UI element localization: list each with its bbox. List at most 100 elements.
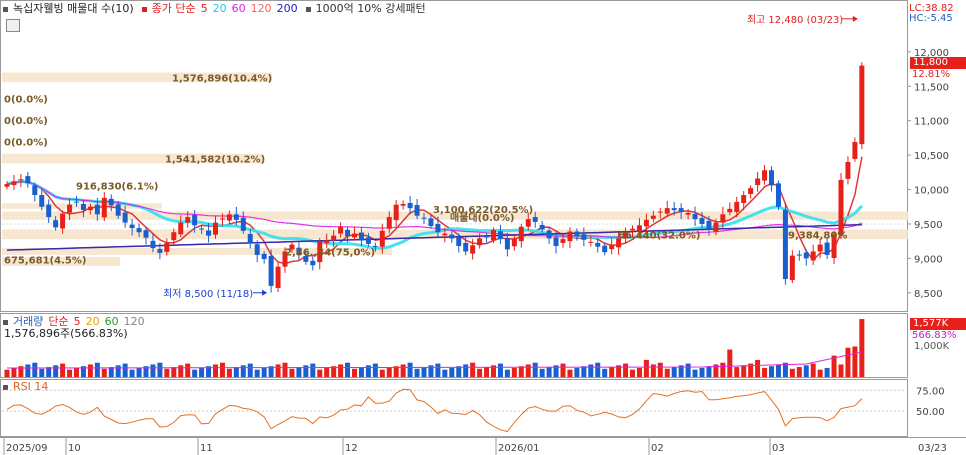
candle-body xyxy=(852,142,858,159)
candle-body xyxy=(143,230,149,238)
candle-body xyxy=(428,218,434,227)
volume-bar xyxy=(185,363,191,377)
volume-bar xyxy=(213,364,218,377)
candle-body xyxy=(150,240,156,249)
volume-bar xyxy=(470,362,476,377)
volume-bar xyxy=(852,346,858,377)
volume-bar xyxy=(657,362,663,377)
volume-bar xyxy=(567,369,573,377)
volume-bar xyxy=(775,364,781,377)
volume-bar xyxy=(87,364,93,377)
candle-body xyxy=(560,239,566,243)
candle-body xyxy=(484,236,490,238)
volume-bar xyxy=(511,367,517,377)
candle-body xyxy=(685,212,691,215)
volume-bar xyxy=(150,364,156,377)
volume-bar xyxy=(706,366,712,377)
volume-bar xyxy=(254,369,260,377)
candle-body xyxy=(588,241,594,243)
volume-profile-label: 65,440(32.0%) xyxy=(618,230,700,241)
candle-body xyxy=(456,237,462,246)
candle-body xyxy=(247,233,253,244)
volume-bar xyxy=(824,367,830,377)
high-annotation: 최고 12,480 (03/23) xyxy=(747,14,843,26)
candle-body xyxy=(192,215,198,226)
volume-bar xyxy=(233,367,239,377)
candle-body xyxy=(796,254,802,256)
volume-bar xyxy=(74,367,79,377)
candle-body xyxy=(497,231,503,240)
volume-bar xyxy=(226,368,232,377)
volume-bar xyxy=(636,367,642,377)
time-tick-label: 02 xyxy=(651,443,664,454)
volume-bar xyxy=(449,367,455,377)
candle-body xyxy=(67,204,73,213)
volume-bar xyxy=(407,362,413,377)
candle-body xyxy=(789,255,795,281)
chart-canvas[interactable]: 1,576,896(10.4%) 0(0.0%) 0(0.0%) 0(0.0%) 1,5… xyxy=(0,0,966,455)
candle-body xyxy=(393,204,399,221)
volume-bar xyxy=(484,367,490,377)
candle-body xyxy=(602,245,608,253)
volume-bar xyxy=(421,367,427,377)
candle-body xyxy=(567,231,573,242)
candle-body xyxy=(365,237,371,244)
volume-bar xyxy=(136,367,142,377)
candle-body xyxy=(108,198,114,206)
volume-bar xyxy=(859,319,865,377)
volume-bar xyxy=(199,367,205,377)
candle-body xyxy=(671,208,677,211)
volume-bar xyxy=(796,367,802,377)
volume-bar xyxy=(650,364,656,377)
volume-badge: 1,577K xyxy=(910,318,966,330)
price-candles xyxy=(4,62,865,293)
volume-bar xyxy=(275,364,281,377)
candle-body xyxy=(720,214,726,223)
volume-bar xyxy=(630,369,635,377)
candle-body xyxy=(80,203,86,211)
volume-bar xyxy=(588,364,594,377)
low-arrow-head xyxy=(262,289,268,296)
volume-bar xyxy=(442,369,448,377)
volume-bar xyxy=(609,367,615,377)
candle-body xyxy=(699,218,705,224)
volume-pct: 566.83% xyxy=(912,330,957,341)
volume-bar xyxy=(115,365,121,377)
volume-profile-label: 675,681(4.5%) xyxy=(4,256,86,267)
candle-body xyxy=(275,266,281,288)
volume-bar xyxy=(345,362,351,377)
candle-body xyxy=(352,233,357,238)
candle-body xyxy=(539,224,545,230)
candle-body xyxy=(53,220,59,228)
candle-body xyxy=(219,218,225,220)
volume-bar xyxy=(463,364,469,377)
volume-profile-label: 1,541,582(10.2%) xyxy=(165,155,265,166)
candle-body xyxy=(518,226,524,242)
candle-body xyxy=(379,230,385,247)
volume-bar xyxy=(4,369,10,377)
volume-bar xyxy=(734,367,740,377)
candle-body xyxy=(546,230,552,239)
rsi-tick-label: 75.00 xyxy=(916,386,945,397)
volume-bar xyxy=(539,368,545,377)
volume-bar xyxy=(435,363,441,377)
candle-body xyxy=(713,222,719,232)
candle-body xyxy=(46,204,52,218)
volume-bar xyxy=(755,359,761,377)
candle-body xyxy=(817,244,823,252)
volume-bar xyxy=(240,365,246,377)
price-tick-label: 8,500 xyxy=(914,289,943,300)
annotations: 최고 12,480 (03/23) 최저 8,500 (11/18) xyxy=(163,14,858,300)
time-tick-label: 2025/09 xyxy=(6,443,48,454)
volume-profile-label: 0(0.0%) xyxy=(4,95,48,106)
candle-body xyxy=(18,179,24,181)
candle-body xyxy=(39,195,45,207)
volume-bar xyxy=(518,366,524,377)
volume-bar xyxy=(310,363,316,377)
candle-body xyxy=(435,223,441,233)
candle-body xyxy=(157,249,163,253)
volume-bar xyxy=(720,362,726,377)
volume-bar xyxy=(352,368,357,377)
candle-body xyxy=(643,219,649,227)
candle-body xyxy=(775,183,781,207)
